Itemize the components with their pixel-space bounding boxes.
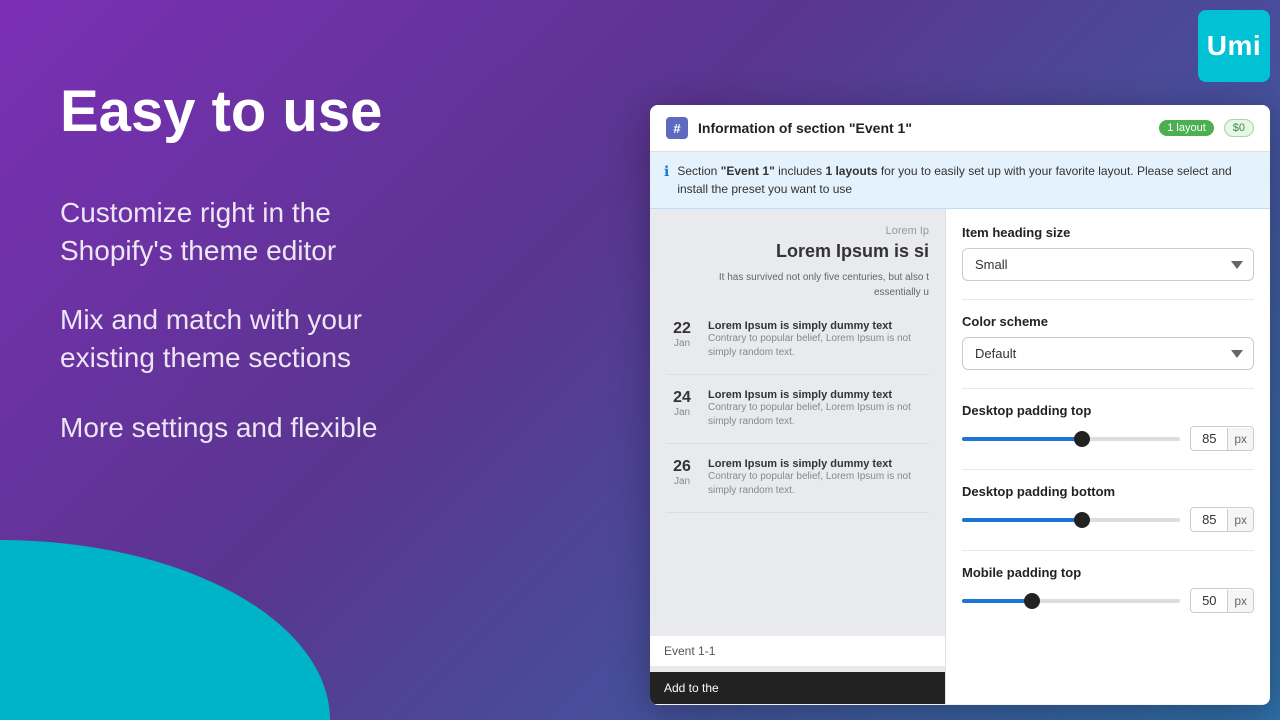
info-bar: ℹ Section "Event 1" includes 1 layouts f… <box>650 152 1270 209</box>
mobile-padding-top-thumb[interactable] <box>1024 593 1040 609</box>
preview-inner: Lorem Ip Lorem Ipsum is si It has surviv… <box>650 209 945 704</box>
heading-size-label: Item heading size <box>962 225 1254 240</box>
subtitle-2: Mix and match with yourexisting theme se… <box>60 301 580 377</box>
event-date: 24 Jan <box>666 389 698 429</box>
preview-pane: Lorem Ip Lorem Ipsum is si It has surviv… <box>650 209 945 704</box>
desktop-padding-top-slider-row: 85 px <box>962 426 1254 451</box>
mobile-padding-top-value-box: 50 px <box>1190 588 1254 613</box>
modal-title: Information of section "Event 1" <box>698 120 1149 136</box>
event-date: 22 Jan <box>666 320 698 360</box>
desktop-padding-top-value: 85 <box>1191 427 1227 450</box>
desktop-padding-bottom-fill <box>962 518 1082 522</box>
desktop-padding-bottom-value: 85 <box>1191 508 1227 531</box>
event-row: 26 Jan Lorem Ipsum is simply dummy text … <box>666 458 929 513</box>
color-scheme-section: Color scheme Default Inverse Custom <box>962 314 1254 370</box>
mobile-padding-top-slider-row: 50 px <box>962 588 1254 613</box>
desktop-padding-bottom-unit: px <box>1227 509 1253 531</box>
preview-hero: Lorem Ipsum is si <box>666 241 929 262</box>
desktop-padding-bottom-track <box>962 518 1180 522</box>
mobile-padding-top-section: Mobile padding top 50 px <box>962 565 1254 613</box>
mobile-padding-top-track <box>962 599 1180 603</box>
event-date: 26 Jan <box>666 458 698 498</box>
info-text: Section "Event 1" includes 1 layouts for… <box>677 162 1256 198</box>
desktop-padding-top-track <box>962 437 1180 441</box>
desktop-padding-top-section: Desktop padding top 85 px <box>962 403 1254 451</box>
layout-badge: 1 layout <box>1159 120 1214 136</box>
mobile-padding-top-label: Mobile padding top <box>962 565 1254 580</box>
umi-logo: Umi <box>1198 10 1270 82</box>
divider <box>962 469 1254 470</box>
page-title: Easy to use <box>60 80 580 144</box>
modal-header: # Information of section "Event 1" 1 lay… <box>650 105 1270 152</box>
heading-size-select[interactable]: Small Medium Large <box>962 248 1254 281</box>
divider <box>962 388 1254 389</box>
event-row: 24 Jan Lorem Ipsum is simply dummy text … <box>666 389 929 444</box>
desktop-padding-bottom-slider-row: 85 px <box>962 507 1254 532</box>
desktop-padding-bottom-label: Desktop padding bottom <box>962 484 1254 499</box>
preview-body: It has survived not only five centuries,… <box>666 270 929 300</box>
event-info: Lorem Ipsum is simply dummy text Contrar… <box>708 389 929 429</box>
heading-size-section: Item heading size Small Medium Large <box>962 225 1254 281</box>
preview-placeholder: Lorem Ip <box>666 225 929 237</box>
desktop-padding-top-unit: px <box>1227 428 1253 450</box>
color-scheme-select[interactable]: Default Inverse Custom <box>962 337 1254 370</box>
desktop-padding-bottom-thumb[interactable] <box>1074 512 1090 528</box>
subtitle-3: More settings and flexible <box>60 409 580 447</box>
desktop-padding-top-value-box: 85 px <box>1190 426 1254 451</box>
event-info: Lorem Ipsum is simply dummy text Contrar… <box>708 320 929 360</box>
divider <box>962 550 1254 551</box>
mobile-padding-top-fill <box>962 599 1032 603</box>
event-info: Lorem Ipsum is simply dummy text Contrar… <box>708 458 929 498</box>
desktop-padding-top-fill <box>962 437 1082 441</box>
info-icon: ℹ <box>664 163 669 180</box>
ui-screenshot-panel: # Information of section "Event 1" 1 lay… <box>650 105 1270 705</box>
hash-icon: # <box>666 117 688 139</box>
mobile-padding-top-value: 50 <box>1191 589 1227 612</box>
event-name-bar: Event 1-1 <box>650 635 945 666</box>
desktop-padding-bottom-value-box: 85 px <box>1190 507 1254 532</box>
desktop-padding-bottom-section: Desktop padding bottom 85 px <box>962 484 1254 532</box>
price-badge: $0 <box>1224 119 1254 137</box>
left-panel: Easy to use Customize right in theShopif… <box>0 0 640 720</box>
divider <box>962 299 1254 300</box>
content-area: Lorem Ip Lorem Ipsum is si It has surviv… <box>650 209 1270 704</box>
desktop-padding-top-thumb[interactable] <box>1074 431 1090 447</box>
mobile-padding-top-unit: px <box>1227 590 1253 612</box>
desktop-padding-top-label: Desktop padding top <box>962 403 1254 418</box>
color-scheme-label: Color scheme <box>962 314 1254 329</box>
event-row: 22 Jan Lorem Ipsum is simply dummy text … <box>666 320 929 375</box>
subtitle-1: Customize right in theShopify's theme ed… <box>60 194 580 270</box>
settings-pane: Item heading size Small Medium Large Col… <box>945 209 1270 704</box>
add-to-bar: Add to the <box>650 672 945 704</box>
